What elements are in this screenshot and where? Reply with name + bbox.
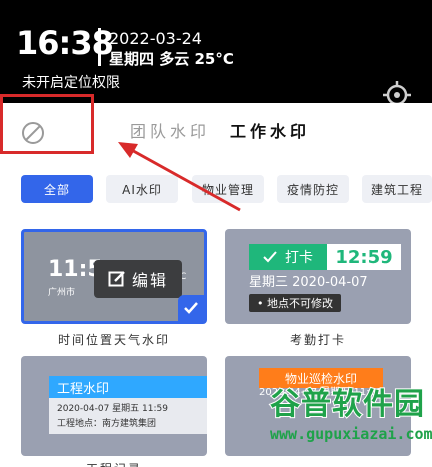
card-label-engineering: 工程记录 bbox=[21, 460, 207, 467]
preview-date: 2022-03-24 bbox=[109, 29, 202, 48]
category-ai[interactable]: AI水印 bbox=[106, 175, 178, 203]
tab-team-watermark[interactable]: 团队水印 bbox=[130, 124, 210, 140]
preview-divider bbox=[98, 28, 101, 66]
camera-preview: 16:38 2022-03-24 星期四 多云 25°C 未开启定位权限 bbox=[0, 0, 432, 109]
check-icon bbox=[263, 251, 277, 263]
checkmark-icon bbox=[184, 302, 198, 314]
category-construction[interactable]: 建筑工程 bbox=[362, 175, 432, 203]
tab-work-watermark[interactable]: 工作水印 bbox=[230, 124, 310, 140]
clock-in-badge: 打卡 bbox=[249, 244, 327, 270]
edit-label: 编辑 bbox=[131, 271, 168, 290]
engineering-datetime: 2020-04-07 星期五 11:59 bbox=[57, 404, 168, 414]
category-all[interactable]: 全部 bbox=[21, 175, 93, 203]
engineering-site: 工程地点：南方建筑集团 bbox=[57, 419, 157, 429]
preview-weather: 星期四 多云 25°C bbox=[109, 50, 234, 68]
edit-icon bbox=[108, 271, 125, 287]
category-property[interactable]: 物业管理 bbox=[192, 175, 264, 203]
site-watermark: 谷普软件园 www.gupuxiazai.com bbox=[269, 387, 432, 456]
brand-url: www.gupuxiazai.com bbox=[270, 425, 432, 443]
card-label-time-weather: 时间位置天气水印 bbox=[57, 333, 170, 347]
card-preview-address: 广州市 bbox=[48, 288, 76, 298]
engineering-title: 工程水印 bbox=[49, 376, 207, 398]
engineering-body: 2020-04-07 星期五 11:59 工程地点：南方建筑集团 bbox=[49, 398, 207, 434]
annotation-highlight-box bbox=[0, 94, 94, 154]
brand-name: 谷普软件园 bbox=[269, 387, 425, 422]
location-locked-note: • 地点不可修改 bbox=[249, 294, 341, 312]
location-permission-warning[interactable]: 未开启定位权限 bbox=[22, 76, 120, 90]
patrol-title: 物业巡检水印 bbox=[259, 368, 383, 388]
selected-check-badge bbox=[178, 295, 204, 321]
card-label-attendance: 考勤打卡 bbox=[289, 333, 346, 347]
clock-time: 12:59 bbox=[327, 244, 401, 270]
card-time-location-weather[interactable]: 11:5 广州市 25°C 编辑 bbox=[21, 229, 207, 324]
category-epidemic[interactable]: 疫情防控 bbox=[277, 175, 349, 203]
card-engineering[interactable]: 工程水印 2020-04-07 星期五 11:59 工程地点：南方建筑集团 bbox=[21, 356, 207, 456]
clock-date: 星期三 2020-04-07 bbox=[249, 275, 368, 290]
edit-button[interactable]: 编辑 bbox=[94, 260, 182, 298]
card-attendance[interactable]: 打卡 12:59 星期三 2020-04-07 • 地点不可修改 bbox=[225, 229, 411, 324]
